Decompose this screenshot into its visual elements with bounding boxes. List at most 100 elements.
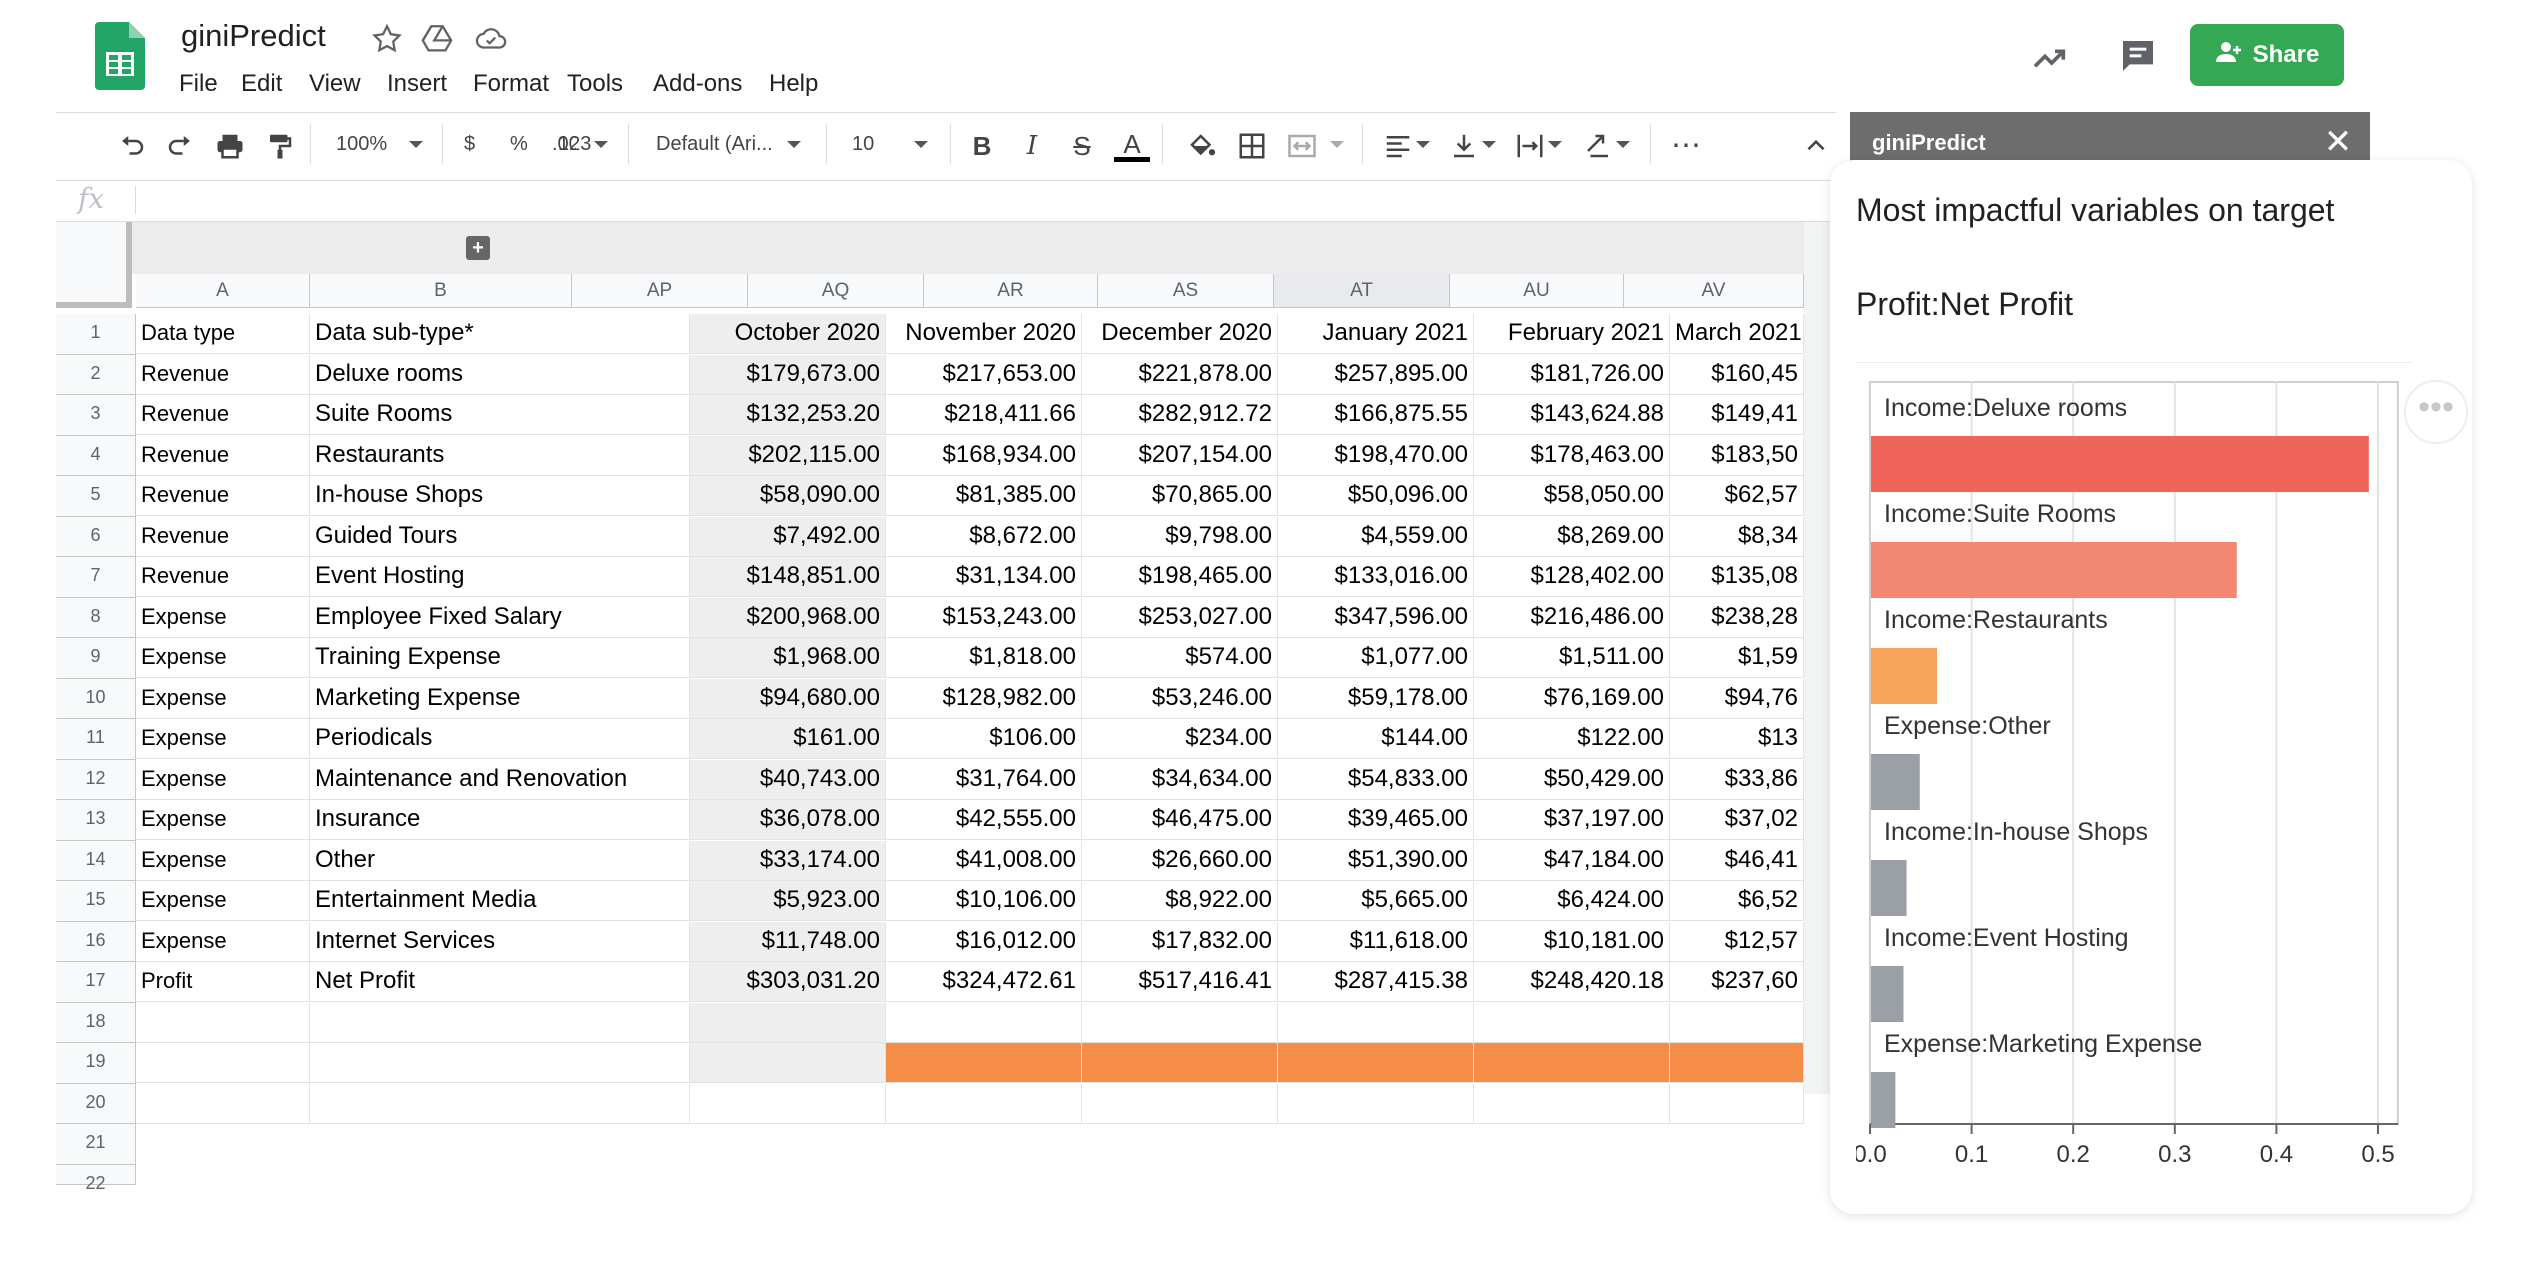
cell[interactable]: Event Hosting [310,557,690,597]
row-header[interactable]: 4 [56,435,136,476]
header-cell[interactable]: March 2021 [1670,314,1804,354]
strikethrough-icon[interactable]: S [1064,128,1100,164]
cell[interactable]: Other [310,840,690,881]
cell[interactable]: Net Profit [310,962,690,1002]
cell[interactable] [1082,1083,1278,1124]
cell[interactable]: $10,181.00 [1474,921,1670,962]
cell[interactable]: Revenue [136,557,310,597]
header-cell[interactable]: October 2020 [690,314,886,354]
cell[interactable]: $303,031.20 [690,962,886,1002]
cell[interactable]: $8,34 [1670,516,1804,557]
cell[interactable]: $34,634.00 [1082,759,1278,800]
cell[interactable]: Revenue [136,435,310,476]
row-header[interactable]: 3 [56,395,136,436]
cell[interactable]: $181,726.00 [1474,354,1670,395]
cell[interactable]: $8,922.00 [1082,881,1278,921]
share-button[interactable]: Share [2190,24,2344,86]
cell[interactable] [1670,1043,1804,1083]
cell[interactable]: $50,429.00 [1474,759,1670,800]
cell[interactable]: $16,012.00 [886,921,1082,962]
cell[interactable]: Maintenance and Renovation [310,759,690,800]
cell[interactable]: $17,832.00 [1082,921,1278,962]
cell[interactable] [690,1002,886,1043]
print-icon[interactable] [212,128,248,164]
menu-view[interactable]: View [309,70,361,98]
more-formats-caret[interactable] [594,133,608,156]
more-actions-icon[interactable]: ••• [2404,380,2468,444]
row-header[interactable]: 11 [56,719,136,760]
cell[interactable]: $9,798.00 [1082,516,1278,557]
cell[interactable]: $1,511.00 [1474,638,1670,678]
cloud-saved-icon[interactable] [474,22,508,56]
text-wrapping-icon[interactable] [1512,128,1548,164]
cell[interactable]: $81,385.00 [886,476,1082,516]
cell[interactable]: $198,465.00 [1082,557,1278,597]
row-header[interactable]: 21 [56,1124,136,1165]
format-percent-button[interactable]: % [510,133,528,156]
cell[interactable]: Training Expense [310,638,690,678]
cell[interactable]: $128,982.00 [886,678,1082,719]
cell[interactable]: $37,197.00 [1474,800,1670,840]
cell[interactable]: $5,923.00 [690,881,886,921]
cell[interactable] [310,1002,690,1043]
cell[interactable]: $183,50 [1670,435,1804,476]
cell[interactable]: $59,178.00 [1278,678,1474,719]
cell[interactable]: $218,411.66 [886,395,1082,435]
cell[interactable]: $287,415.38 [1278,962,1474,1002]
cell[interactable]: Suite Rooms [310,395,690,435]
select-all-corner[interactable] [56,222,132,308]
text-rotation-caret[interactable] [1616,133,1630,156]
cell[interactable]: $198,470.00 [1278,435,1474,476]
cell[interactable]: $347,596.00 [1278,597,1474,638]
cell[interactable]: $26,660.00 [1082,840,1278,881]
cell[interactable]: $132,253.20 [690,395,886,435]
cell[interactable]: $216,486.00 [1474,597,1670,638]
text-wrapping-caret[interactable] [1548,133,1562,156]
cell[interactable]: $324,472.61 [886,962,1082,1002]
row-header[interactable]: 20 [56,1083,136,1124]
cell[interactable] [1670,1002,1804,1043]
cell[interactable]: $221,878.00 [1082,354,1278,395]
menu-format[interactable]: Format [473,70,549,98]
cell[interactable]: Deluxe rooms [310,354,690,395]
cell[interactable]: $166,875.55 [1278,395,1474,435]
row-header[interactable]: 19 [56,1043,136,1084]
row-header[interactable]: 12 [56,759,136,800]
cell[interactable]: $51,390.00 [1278,840,1474,881]
cell[interactable] [1278,1083,1474,1124]
more-formats-button[interactable]: 123 [558,133,594,156]
cell[interactable]: $46,41 [1670,840,1804,881]
cell[interactable]: Employee Fixed Salary [310,597,690,638]
row-header[interactable]: 9 [56,638,136,679]
cell[interactable]: $168,934.00 [886,435,1082,476]
cell[interactable] [690,1043,886,1083]
cell[interactable]: $31,764.00 [886,759,1082,800]
cell[interactable]: $11,748.00 [690,921,886,962]
cell[interactable]: Expense [136,678,310,719]
comment-icon[interactable] [2118,36,2158,76]
cell[interactable] [886,1043,1082,1083]
undo-icon[interactable] [114,128,150,164]
row-header[interactable]: 1 [56,314,136,355]
cell[interactable]: $76,169.00 [1474,678,1670,719]
cell[interactable]: $11,618.00 [1278,921,1474,962]
cell[interactable]: Expense [136,800,310,840]
cell[interactable]: $1,077.00 [1278,638,1474,678]
cell[interactable]: $1,968.00 [690,638,886,678]
cell[interactable]: $143,624.88 [1474,395,1670,435]
row-header[interactable]: 13 [56,800,136,841]
cell[interactable]: Revenue [136,516,310,557]
cell[interactable]: $217,653.00 [886,354,1082,395]
cell[interactable] [1670,1083,1804,1124]
horizontal-align-caret[interactable] [1416,133,1430,156]
cell[interactable] [310,1043,690,1083]
cell[interactable]: Revenue [136,354,310,395]
cell[interactable]: $4,559.00 [1278,516,1474,557]
row-header[interactable]: 7 [56,557,136,598]
borders-icon[interactable] [1234,128,1270,164]
column-header-au[interactable]: AU [1450,274,1624,308]
menu-add-ons[interactable]: Add-ons [653,70,742,98]
cell[interactable]: $1,818.00 [886,638,1082,678]
document-title[interactable]: giniPredict [181,18,326,54]
cell[interactable]: $234.00 [1082,719,1278,759]
